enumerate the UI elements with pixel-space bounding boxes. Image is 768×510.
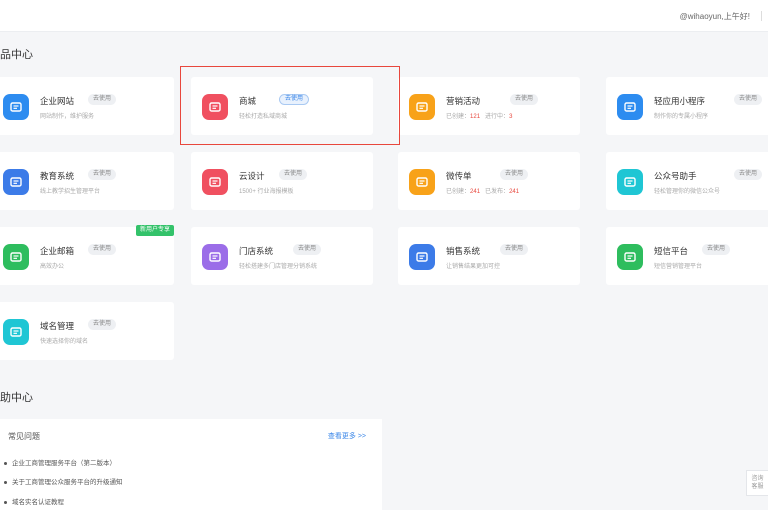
- flyer-icon: [409, 169, 435, 195]
- mail-icon: [3, 244, 29, 270]
- product-description: 轻松管理你的微信公众号: [654, 189, 721, 195]
- faq-panel: 常见问题 查看更多 >> 企业工商管理服务平台（第二版本） 关于工商管理公众服务…: [0, 419, 382, 510]
- miniapp-icon: [617, 94, 643, 120]
- support-line-1: 咨询: [751, 476, 764, 482]
- faq-more-link[interactable]: 查看更多 >>: [328, 431, 366, 441]
- support-line-2: 客服: [751, 484, 764, 490]
- sales-icon: [409, 244, 435, 270]
- product-card[interactable]: 域名管理 去使用快速选择你的域名: [0, 302, 174, 360]
- product-description: 让销售结果更加可控: [446, 264, 501, 270]
- description-part: 已发布：: [485, 189, 510, 195]
- product-description: 线上教学招生管理平台: [40, 189, 101, 195]
- use-button[interactable]: 去使用: [279, 169, 308, 180]
- product-card[interactable]: 短信平台 去使用短信营销管理平台: [606, 227, 768, 285]
- use-button[interactable]: 去使用: [500, 169, 529, 180]
- use-button[interactable]: 去使用: [88, 319, 117, 330]
- product-name: 短信平台: [654, 246, 689, 256]
- product-name: 门店系统: [239, 246, 274, 256]
- use-button[interactable]: 去使用: [702, 244, 731, 255]
- product-name: 域名管理: [40, 321, 75, 331]
- product-card[interactable]: 微传单 去使用 已创建：241 已发布：241: [398, 152, 580, 210]
- wechat-icon: [617, 169, 643, 195]
- sms-icon: [617, 244, 643, 270]
- product-name: 营销活动: [446, 96, 481, 106]
- product-card[interactable]: 教育系统 去使用线上教学招生管理平台: [0, 152, 174, 210]
- use-button[interactable]: 去使用: [88, 244, 117, 255]
- product-name: 轻应用小程序: [654, 96, 706, 106]
- marketing-icon: [409, 94, 435, 120]
- description-part: 3: [509, 114, 513, 120]
- faq-title: 常见问题: [8, 432, 40, 441]
- faq-item[interactable]: 域名实名认证教程: [4, 496, 64, 506]
- design-icon: [202, 169, 228, 195]
- faq-item[interactable]: 企业工商管理服务平台（第二版本）: [4, 457, 116, 467]
- product-description: 制作你的专属小程序: [654, 114, 709, 120]
- website-icon: [3, 94, 29, 120]
- description-part: 241: [470, 189, 481, 195]
- product-description: 高效办公: [40, 264, 65, 270]
- use-button[interactable]: 去使用: [510, 94, 539, 105]
- product-card[interactable]: 云设计 去使用 1500+ 行业海报模板: [191, 152, 373, 210]
- use-button[interactable]: 去使用: [293, 244, 322, 255]
- top-bar: @wihaoyun,上午好!: [0, 0, 768, 32]
- product-card[interactable]: 销售系统 去使用让销售结果更加可控: [398, 227, 580, 285]
- product-card[interactable]: 公众号助手 去使用轻松管理你的微信公众号: [606, 152, 768, 210]
- description-part: 进行中：: [485, 114, 510, 120]
- description-part: 241: [509, 189, 520, 195]
- product-name: 云设计: [239, 171, 265, 181]
- product-name: 微传单: [446, 171, 472, 181]
- help-center-title: 助中心: [0, 392, 33, 404]
- product-card[interactable]: 门店系统 去使用轻松搭建多门店管理分销系统: [191, 227, 373, 285]
- store-icon: [202, 244, 228, 270]
- divider: [761, 11, 762, 21]
- product-description: 快速选择你的域名: [40, 339, 89, 345]
- description-part: 已创建：: [446, 189, 471, 195]
- product-name: 教育系统: [40, 171, 75, 181]
- use-button[interactable]: 去使用: [88, 169, 117, 180]
- product-description: 1500+ 行业海报模板: [239, 189, 294, 195]
- product-description: 短信营销管理平台: [654, 264, 703, 270]
- use-button[interactable]: 去使用: [734, 169, 763, 180]
- domain-icon: [3, 319, 29, 345]
- use-button[interactable]: 去使用: [734, 94, 763, 105]
- education-icon: [3, 169, 29, 195]
- product-name: 企业邮箱: [40, 246, 75, 256]
- product-card[interactable]: 营销活动 去使用已创建：121 进行中：3: [398, 77, 580, 135]
- faq-item[interactable]: 关于工商管理公众服务平台的升级通知: [4, 476, 123, 486]
- product-name: 销售系统: [446, 246, 481, 256]
- use-button[interactable]: 去使用: [88, 94, 117, 105]
- product-name: 企业网站: [40, 96, 75, 106]
- use-button[interactable]: 去使用: [500, 244, 529, 255]
- product-description: 已创建：241 已发布：241: [446, 186, 519, 195]
- user-greeting[interactable]: @wihaoyun,上午好!: [680, 11, 750, 22]
- new-user-badge: 新用户专享: [135, 225, 174, 236]
- selection-highlight: [180, 66, 400, 145]
- product-card[interactable]: 轻应用小程序 去使用制作你的专属小程序: [606, 77, 768, 135]
- description-part: 已创建：: [446, 114, 471, 120]
- product-description: 轻松搭建多门店管理分销系统: [239, 264, 318, 270]
- description-part: 121: [470, 114, 481, 120]
- product-card[interactable]: 企业邮箱 去使用高效办公 新用户专享: [0, 225, 174, 285]
- product-name: 公众号助手: [654, 171, 697, 181]
- product-card[interactable]: 企业网站 去使用网站制作，维护服务: [0, 77, 174, 135]
- product-description: 网站制作，维护服务: [40, 114, 95, 120]
- product-center-title: 品中心: [0, 49, 33, 61]
- support-float-button[interactable]: 咨询 客服: [746, 470, 768, 496]
- product-description: 已创建：121 进行中：3: [446, 111, 512, 120]
